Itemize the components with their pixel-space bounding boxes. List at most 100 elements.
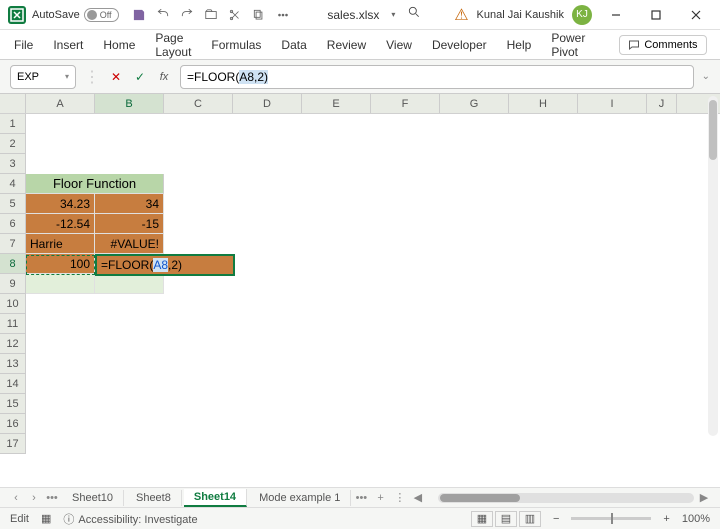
close-button[interactable]	[680, 3, 712, 27]
cell-A5[interactable]: 34.23	[26, 194, 95, 214]
cut-icon[interactable]	[225, 5, 245, 25]
redo-icon[interactable]	[177, 5, 197, 25]
cell-A9[interactable]	[26, 274, 95, 294]
comments-button[interactable]: Comments	[619, 35, 706, 55]
fx-icon[interactable]: fx	[156, 69, 172, 85]
sheet-tab-active[interactable]: Sheet14	[184, 489, 247, 507]
worksheet-grid[interactable]: A B C D E F G H I J 1 2 3 4 Floor Functi…	[0, 94, 720, 487]
stats-icon[interactable]: ▦	[41, 512, 51, 525]
search-icon[interactable]	[407, 5, 421, 24]
tab-file[interactable]: File	[12, 34, 35, 56]
row-header[interactable]: 6	[0, 214, 26, 234]
tab-help[interactable]: Help	[505, 34, 534, 56]
horizontal-scrollbar[interactable]	[438, 493, 694, 503]
tab-data[interactable]: Data	[279, 34, 308, 56]
sheet-nav-next-icon[interactable]: ›	[26, 492, 42, 504]
formula-bar-divider: ⋮	[84, 67, 100, 87]
undo-icon[interactable]	[153, 5, 173, 25]
sheet-more-icon[interactable]: •••	[353, 492, 369, 504]
cancel-icon[interactable]: ✕	[108, 69, 124, 85]
sheet-menu-icon[interactable]: ⋮	[392, 491, 408, 504]
accessibility-status[interactable]: ⓘAccessibility: Investigate	[63, 511, 197, 527]
col-header-J[interactable]: J	[647, 94, 677, 113]
open-icon[interactable]	[201, 5, 221, 25]
sheet-tab[interactable]: Mode example 1	[249, 490, 351, 506]
maximize-button[interactable]	[640, 3, 672, 27]
row-header[interactable]: 9	[0, 274, 26, 294]
cell-B6[interactable]: -15	[95, 214, 164, 234]
save-icon[interactable]	[129, 5, 149, 25]
zoom-in-icon[interactable]: +	[663, 513, 669, 525]
row-header[interactable]: 13	[0, 354, 26, 374]
col-header-A[interactable]: A	[26, 94, 95, 113]
select-all-corner[interactable]	[0, 94, 26, 113]
col-header-F[interactable]: F	[371, 94, 440, 113]
col-header-E[interactable]: E	[302, 94, 371, 113]
user-avatar[interactable]: KJ	[572, 5, 592, 25]
name-box[interactable]: EXP ▾	[10, 65, 76, 89]
tab-view[interactable]: View	[384, 34, 414, 56]
cell-editor[interactable]: =FLOOR(A8,2)	[95, 254, 235, 276]
row-header[interactable]: 14	[0, 374, 26, 394]
hscroll-right-icon[interactable]: ▶	[696, 491, 712, 504]
cell-A7[interactable]: Harrie	[26, 234, 95, 254]
vertical-scrollbar[interactable]	[708, 96, 718, 436]
row-header[interactable]: 15	[0, 394, 26, 414]
sheet-nav-prev-icon[interactable]: ‹	[8, 492, 24, 504]
zoom-out-icon[interactable]: −	[553, 513, 559, 525]
row-header[interactable]: 17	[0, 434, 26, 454]
sheet-tab[interactable]: Sheet8	[126, 490, 182, 506]
row-header[interactable]: 11	[0, 314, 26, 334]
view-normal-icon[interactable]: ▦	[471, 511, 493, 527]
excel-icon	[8, 6, 26, 24]
tab-review[interactable]: Review	[325, 34, 368, 56]
accept-icon[interactable]: ✓	[132, 69, 148, 85]
status-bar: Edit ▦ ⓘAccessibility: Investigate ▦ ▤ ▥…	[0, 507, 720, 529]
col-header-B[interactable]: B	[95, 94, 164, 113]
row-header[interactable]: 3	[0, 154, 26, 174]
row-header[interactable]: 4	[0, 174, 26, 194]
autosave-toggle[interactable]: Off	[84, 8, 119, 22]
tab-home[interactable]: Home	[101, 34, 137, 56]
zoom-slider[interactable]	[571, 517, 651, 520]
warning-icon[interactable]: ⚠	[454, 5, 468, 25]
tab-power-pivot[interactable]: Power Pivot	[549, 27, 587, 63]
row-header[interactable]: 5	[0, 194, 26, 214]
row-header[interactable]: 12	[0, 334, 26, 354]
cell-B9[interactable]	[95, 274, 164, 294]
col-header-C[interactable]: C	[164, 94, 233, 113]
filename-dropdown-icon[interactable]: ▾	[391, 10, 395, 19]
row-header[interactable]: 2	[0, 134, 26, 154]
col-header-I[interactable]: I	[578, 94, 647, 113]
cell-A6[interactable]: -12.54	[26, 214, 95, 234]
filename-label[interactable]: sales.xlsx	[327, 8, 379, 22]
view-page-layout-icon[interactable]: ▤	[495, 511, 517, 527]
zoom-level[interactable]: 100%	[682, 513, 710, 525]
expand-formula-bar-icon[interactable]: ⌄	[702, 71, 710, 82]
row-header[interactable]: 8	[0, 254, 26, 274]
row-header[interactable]: 10	[0, 294, 26, 314]
col-header-H[interactable]: H	[509, 94, 578, 113]
sheet-tab[interactable]: Sheet10	[62, 490, 124, 506]
tab-insert[interactable]: Insert	[51, 34, 85, 56]
add-sheet-icon[interactable]: +	[371, 492, 389, 504]
row-header[interactable]: 7	[0, 234, 26, 254]
cell-B7[interactable]: #VALUE!	[95, 234, 164, 254]
copy-icon[interactable]	[249, 5, 269, 25]
hscroll-left-icon[interactable]: ◀	[410, 491, 426, 504]
row-header[interactable]: 1	[0, 114, 26, 134]
cell-A4-merged[interactable]: Floor Function	[26, 174, 164, 194]
more-icon[interactable]	[273, 5, 293, 25]
formula-input[interactable]: =FLOOR(A8,2)	[180, 65, 694, 89]
col-header-G[interactable]: G	[440, 94, 509, 113]
col-header-D[interactable]: D	[233, 94, 302, 113]
tab-formulas[interactable]: Formulas	[209, 34, 263, 56]
view-page-break-icon[interactable]: ▥	[519, 511, 541, 527]
tab-developer[interactable]: Developer	[430, 34, 489, 56]
sheet-nav-more-icon[interactable]: •••	[44, 492, 60, 504]
tab-page-layout[interactable]: Page Layout	[153, 27, 193, 63]
namebox-dropdown-icon[interactable]: ▾	[65, 72, 69, 81]
row-header[interactable]: 16	[0, 414, 26, 434]
cell-B5[interactable]: 34	[95, 194, 164, 214]
minimize-button[interactable]	[600, 3, 632, 27]
